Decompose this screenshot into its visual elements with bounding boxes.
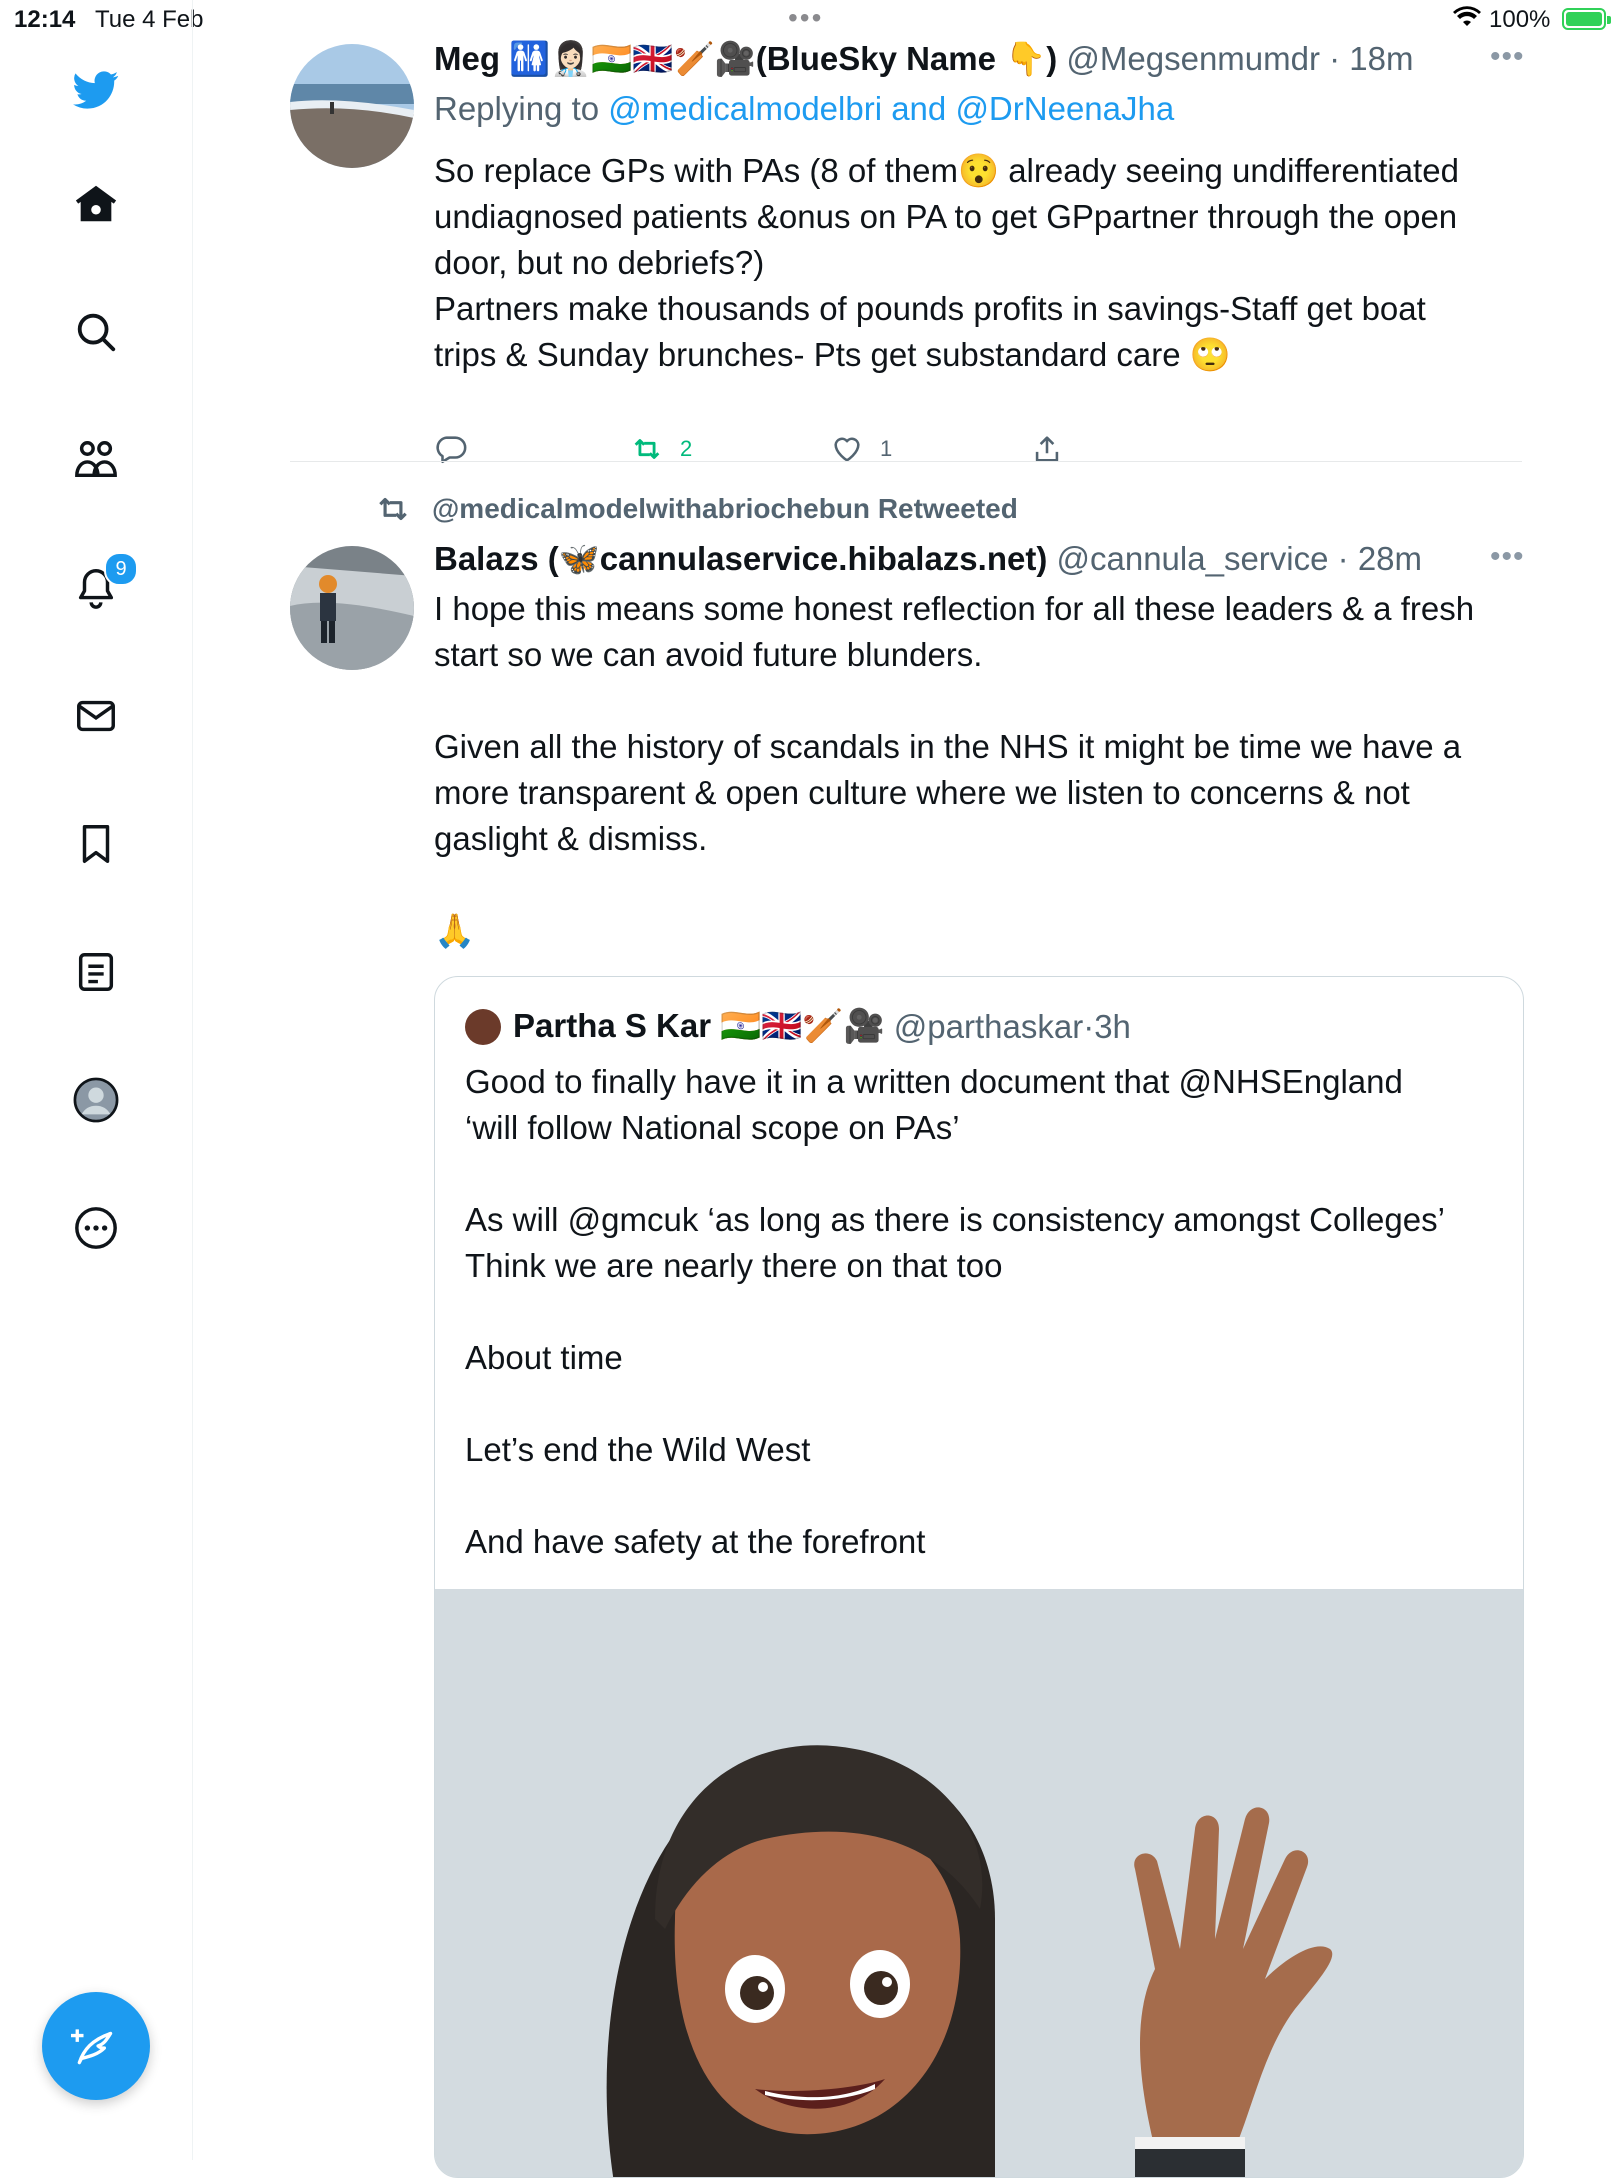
bookmarks-icon[interactable]	[70, 818, 122, 870]
tweet[interactable]: Meg 🚻👩🏻‍⚕️🇮🇳🇬🇧🏏🎥(BlueSky Name 👇) @Megsen…	[290, 40, 1524, 464]
lists-icon[interactable]	[70, 946, 122, 998]
display-name[interactable]: Meg 🚻👩🏻‍⚕️🇮🇳🇬🇧🏏🎥(BlueSky Name 👇)	[434, 40, 1057, 77]
like-count: 1	[880, 436, 893, 461]
memoji-image[interactable]	[435, 1589, 1523, 2177]
tweet-text: So replace GPs with PAs (8 of them😯 alre…	[434, 152, 1459, 373]
retweeted-by-label: @medicalmodelwithabriochebun Retweeted	[432, 493, 1018, 524]
wifi-icon	[1452, 6, 1482, 37]
handle[interactable]: @Megsenmumdr	[1066, 40, 1320, 77]
more-icon[interactable]	[70, 1202, 122, 1254]
search-icon[interactable]	[70, 306, 122, 358]
quoted-tweet[interactable]: Partha S Kar 🇮🇳🇬🇧🏏🎥 @parthaskar · 3h Goo…	[434, 976, 1524, 2178]
avatar[interactable]	[290, 44, 414, 168]
messages-icon[interactable]	[70, 690, 122, 742]
more-options-icon[interactable]: •••	[1490, 540, 1525, 574]
timestamp: 3h	[1094, 1007, 1131, 1045]
more-options-icon[interactable]: •••	[1490, 40, 1525, 74]
timestamp[interactable]: 28m	[1358, 540, 1422, 577]
compose-tweet-icon[interactable]	[42, 1992, 150, 2100]
battery-icon	[1562, 8, 1611, 30]
battery-percent: 100%	[1489, 6, 1551, 33]
mention-link[interactable]: @DrNeenaJha	[955, 90, 1174, 127]
quoted-tweet-text: Good to finally have it in a written doc…	[465, 1063, 1445, 1560]
tweet-header: Meg 🚻👩🏻‍⚕️🇮🇳🇬🇧🏏🎥(BlueSky Name 👇) @Megsen…	[434, 40, 1414, 77]
home-icon[interactable]	[70, 178, 122, 230]
handle: @parthaskar	[893, 1007, 1084, 1045]
communities-icon[interactable]	[70, 434, 122, 486]
notifications-badge: 9	[104, 552, 138, 586]
notifications-icon[interactable]: 9	[70, 552, 138, 614]
retweet-count: 2	[680, 436, 693, 461]
tweet-divider	[290, 461, 1522, 462]
handle[interactable]: @cannula_service	[1057, 540, 1329, 577]
avatar	[465, 1008, 501, 1045]
tweet-actions: 2 1	[434, 432, 1384, 472]
twitter-logo-icon[interactable]	[70, 64, 122, 116]
multitasking-dots-icon[interactable]: •••	[788, 2, 823, 34]
quoted-tweet-header: Partha S Kar 🇮🇳🇬🇧🏏🎥 @parthaskar · 3h	[465, 1007, 1131, 1046]
mention-link[interactable]: @medicalmodelbri	[608, 90, 882, 127]
retweet-icon	[379, 497, 407, 521]
status-bar: 12:14 Tue 4 Feb ••• 100%	[0, 0, 1620, 40]
avatar[interactable]	[290, 546, 414, 670]
replying-to: Replying to @medicalmodelbri and @DrNeen…	[434, 90, 1175, 127]
tweet-header: Balazs (🦋cannulaservice.hibalazs.net) @c…	[434, 540, 1423, 577]
display-name: Partha S Kar 🇮🇳🇬🇧🏏🎥	[513, 1007, 885, 1044]
display-name[interactable]: Balazs (🦋cannulaservice.hibalazs.net)	[434, 540, 1047, 577]
tweet-text: I hope this means some honest reflection…	[434, 590, 1475, 949]
retweeted-by[interactable]: @medicalmodelwithabriochebun Retweeted	[374, 490, 1018, 528]
timestamp[interactable]: 18m	[1349, 40, 1413, 77]
profile-icon[interactable]	[70, 1074, 122, 1126]
sidebar: 9	[0, 0, 193, 2160]
